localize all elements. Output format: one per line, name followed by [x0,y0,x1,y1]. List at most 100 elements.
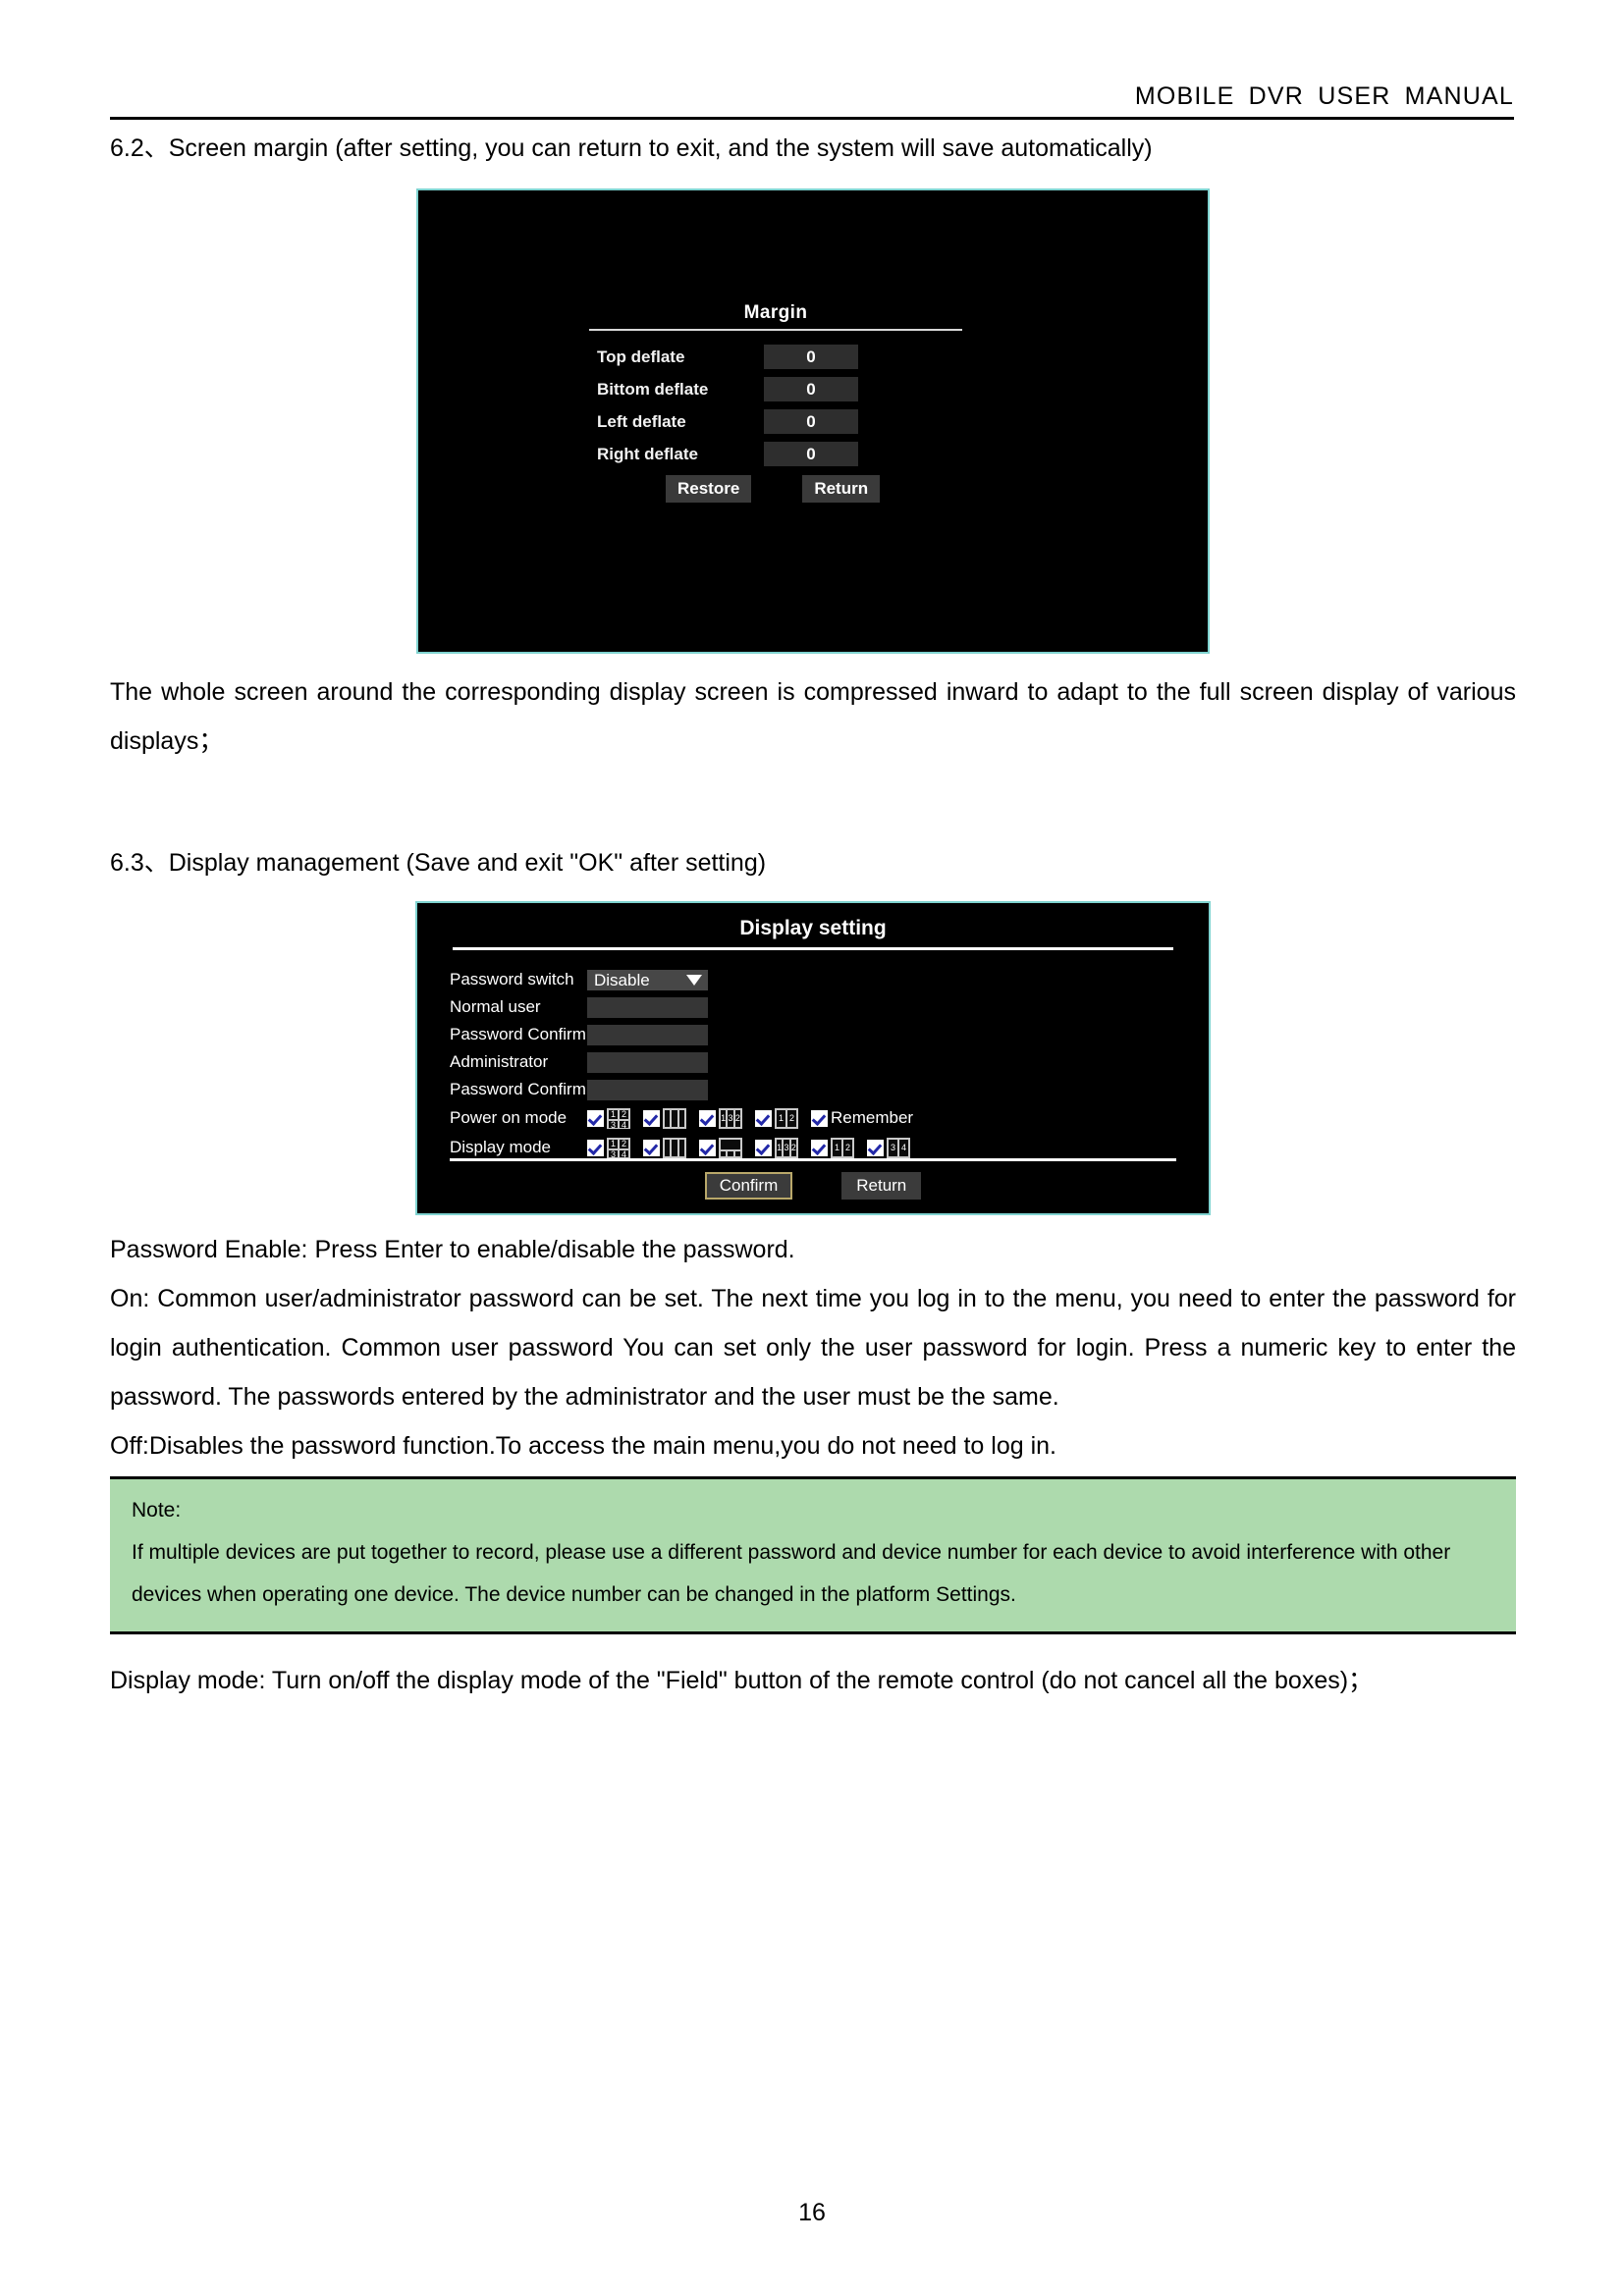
margin-value-right-deflate[interactable]: 0 [764,442,858,466]
margin-value-bittom-deflate[interactable]: 0 [764,377,858,401]
margin-row-left-deflate: Left deflate 0 [589,409,962,434]
checkbox-display-3split-132[interactable] [755,1139,772,1156]
cell-132-2: 2 [733,1108,741,1128]
margin-dialog-screenshot: Margin Top deflate 0 Bittom deflate 0 Le… [416,188,1210,654]
quad-cell-1: 1 [608,1108,619,1120]
cell-132-3: 3 [727,1108,734,1128]
pip-sub-cell [720,1150,728,1157]
display-mode-option-2split-34[interactable]: 3 4 [867,1137,910,1158]
password-confirm-user-input[interactable] [587,1024,708,1045]
paragraph-password-off: Off:Disables the password function.To ac… [110,1432,1056,1460]
display-mode-option-pip[interactable] [699,1137,742,1158]
row-password-confirm-admin: Password Confirm [450,1076,1189,1103]
row-normal-user: Normal user [450,993,1189,1021]
paragraph-password-enable: Password Enable: Press Enter to enable/d… [110,1236,795,1263]
password-switch-value: Disable [594,970,650,989]
page-number: 16 [798,2199,826,2226]
power-on-mode-option-2split-12[interactable]: 1 2 [755,1107,798,1129]
checkbox-display-2split-34[interactable] [867,1139,884,1156]
restore-button[interactable]: Restore [666,475,752,503]
display-setting-form: Password switch Disable Normal user Pass… [450,966,1189,1162]
checkbox-power-on-2split-12[interactable] [755,1109,772,1127]
checkbox-power-on-3split-vertical[interactable] [643,1109,660,1127]
checkbox-display-3split-vertical[interactable] [643,1139,660,1156]
margin-value-left-deflate[interactable]: 0 [764,409,858,434]
label-display-mode: Display mode [450,1138,551,1156]
display-mode-option-3split-132[interactable]: 1 3 2 [755,1137,798,1158]
margin-dialog-title: Margin [589,302,962,331]
quad-cell-3: 3 [608,1148,619,1157]
quad-cell-2: 2 [619,1138,629,1149]
label-password-confirm-user: Password Confirm [450,1025,586,1043]
margin-row-right-deflate: Right deflate 0 [589,442,962,466]
quad-cell-3: 3 [608,1119,619,1128]
checkbox-display-2split-12[interactable] [811,1139,828,1156]
label-password-switch: Password switch [450,970,574,988]
display-setting-title: Display setting [739,917,887,939]
administrator-input[interactable] [587,1051,708,1073]
section-6-2-heading: 6.2、Screen margin (after setting, you ca… [110,134,1153,162]
password-switch-select[interactable]: Disable [587,969,708,990]
display-setting-footer-divider [450,1158,1176,1161]
checkbox-remember[interactable] [811,1109,828,1127]
section-6-3-heading: 6.3、Display management (Save and exit "O… [110,849,767,877]
note-label: Note: [132,1499,182,1522]
row-password-switch: Password switch Disable [450,966,1189,993]
normal-user-input[interactable] [587,996,708,1018]
paragraph-display-mode: Display mode: Turn on/off the display mo… [110,1667,1374,1694]
cell-132-2: 2 [789,1138,797,1157]
cell-12-1: 1 [776,1108,786,1128]
power-on-mode-option-quad[interactable]: 1 2 3 4 [587,1107,630,1129]
power-on-mode-option-3split-vertical[interactable] [643,1107,686,1129]
split-cell [664,1138,672,1157]
checkbox-display-quad[interactable] [587,1139,604,1156]
display-setting-buttons: Confirm Return [450,1172,1176,1200]
layout-3split-vertical-icon [663,1137,686,1158]
section-6-2-paragraph: The whole screen around the correspondin… [110,678,1516,755]
display-mode-option-3split-vertical[interactable] [643,1137,686,1158]
remember-label: Remember [831,1108,914,1127]
quad-cell-4: 4 [619,1148,629,1157]
cell-12-2: 2 [842,1138,853,1157]
row-administrator: Administrator [450,1048,1189,1076]
display-mode-option-2split-12[interactable]: 1 2 [811,1137,854,1158]
margin-label-top-deflate: Top deflate [597,347,685,366]
split-cell [671,1138,678,1157]
layout-2split-12-icon: 1 2 [775,1107,798,1129]
row-password-confirm-user: Password Confirm [450,1021,1189,1048]
layout-3split-vertical-icon [663,1107,686,1129]
cell-132-1: 1 [720,1108,728,1128]
cell-132-1: 1 [776,1138,784,1157]
margin-row-bittom-deflate: Bittom deflate 0 [589,377,962,401]
cell-34-4: 4 [898,1138,909,1157]
split-cell [677,1138,685,1157]
layout-pip-large-top-icon [719,1137,742,1158]
checkbox-display-pip[interactable] [699,1139,716,1156]
power-on-mode-option-3split-132[interactable]: 1 3 2 [699,1107,742,1129]
checkbox-power-on-3split-132[interactable] [699,1109,716,1127]
note-text: If multiple devices are put together to … [132,1541,1451,1606]
confirm-button[interactable]: Confirm [704,1172,793,1200]
margin-return-button[interactable]: Return [802,475,881,503]
pip-sub-cell [733,1150,741,1157]
layout-3split-132-icon: 1 3 2 [719,1107,742,1129]
display-return-button[interactable]: Return [841,1172,922,1200]
quad-cell-1: 1 [608,1138,619,1149]
label-normal-user: Normal user [450,997,541,1016]
margin-dialog-buttons: Restore Return [589,475,962,503]
power-on-mode-option-remember[interactable]: Remember [811,1108,913,1128]
password-confirm-admin-input[interactable] [587,1079,708,1100]
label-power-on-mode: Power on mode [450,1108,568,1127]
page-running-head: MOBILE DVR USER MANUAL [110,82,1514,120]
display-setting-footer: Confirm Return [450,1158,1176,1200]
manual-title: MOBILE DVR USER MANUAL [1134,82,1514,110]
cell-34-3: 3 [888,1138,898,1157]
checkbox-power-on-quad[interactable] [587,1109,604,1127]
margin-dialog-content: Margin Top deflate 0 Bittom deflate 0 Le… [589,302,962,503]
margin-label-left-deflate: Left deflate [597,411,686,431]
margin-value-top-deflate[interactable]: 0 [764,345,858,369]
cell-12-1: 1 [832,1138,842,1157]
display-mode-option-quad[interactable]: 1 2 3 4 [587,1137,630,1158]
label-administrator: Administrator [450,1052,549,1071]
margin-label-bittom-deflate: Bittom deflate [597,379,709,399]
